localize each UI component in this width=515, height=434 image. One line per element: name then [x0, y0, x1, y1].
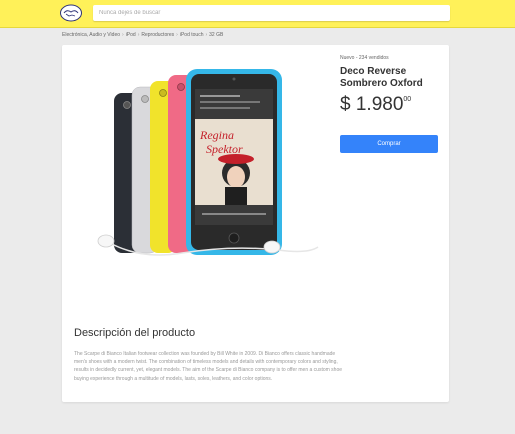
- price-cents: 00: [403, 96, 412, 103]
- description-text: The Scarpe di Bianco Italian footwear co…: [74, 351, 343, 382]
- earbud-left: [97, 234, 115, 248]
- earbud-right: [263, 240, 281, 254]
- product-price: $ 1.98000: [340, 94, 411, 116]
- breadcrumb-item[interactable]: iPod touch: [180, 32, 204, 38]
- search-input[interactable]: [99, 5, 419, 21]
- breadcrumb-separator: ›: [137, 32, 140, 38]
- breadcrumb-item[interactable]: iPod: [126, 32, 136, 38]
- header: [0, 0, 515, 28]
- buy-button[interactable]: Comprar: [340, 135, 438, 153]
- description-title: Descripción del producto: [74, 327, 196, 339]
- product-title: Deco Reverse Sombrero Oxford: [340, 66, 423, 89]
- breadcrumb-item[interactable]: Electrónica, Audio y Video: [62, 32, 120, 38]
- breadcrumb-separator: ›: [176, 32, 178, 38]
- svg-text:Regina: Regina: [199, 128, 234, 142]
- breadcrumb-item[interactable]: 32 GB: [209, 32, 223, 38]
- price-amount: $ 1.980: [340, 94, 404, 115]
- breadcrumb-separator: ›: [122, 32, 124, 38]
- product-image[interactable]: Regina Spektor: [82, 55, 322, 265]
- breadcrumb: Electrónica, Audio y Video › iPod › Reproduc…: [62, 30, 223, 40]
- search-bar: [93, 5, 450, 21]
- product-card: Regina Spektor Nuevo - 234 vendidos Deco…: [62, 45, 449, 402]
- breadcrumb-item[interactable]: Reproductores: [141, 32, 174, 38]
- breadcrumb-separator: ›: [205, 32, 208, 38]
- mercadolibre-logo-icon[interactable]: [60, 4, 82, 22]
- svg-text:Spektor: Spektor: [206, 142, 243, 156]
- product-condition: Nuevo - 234 vendidos: [340, 55, 389, 61]
